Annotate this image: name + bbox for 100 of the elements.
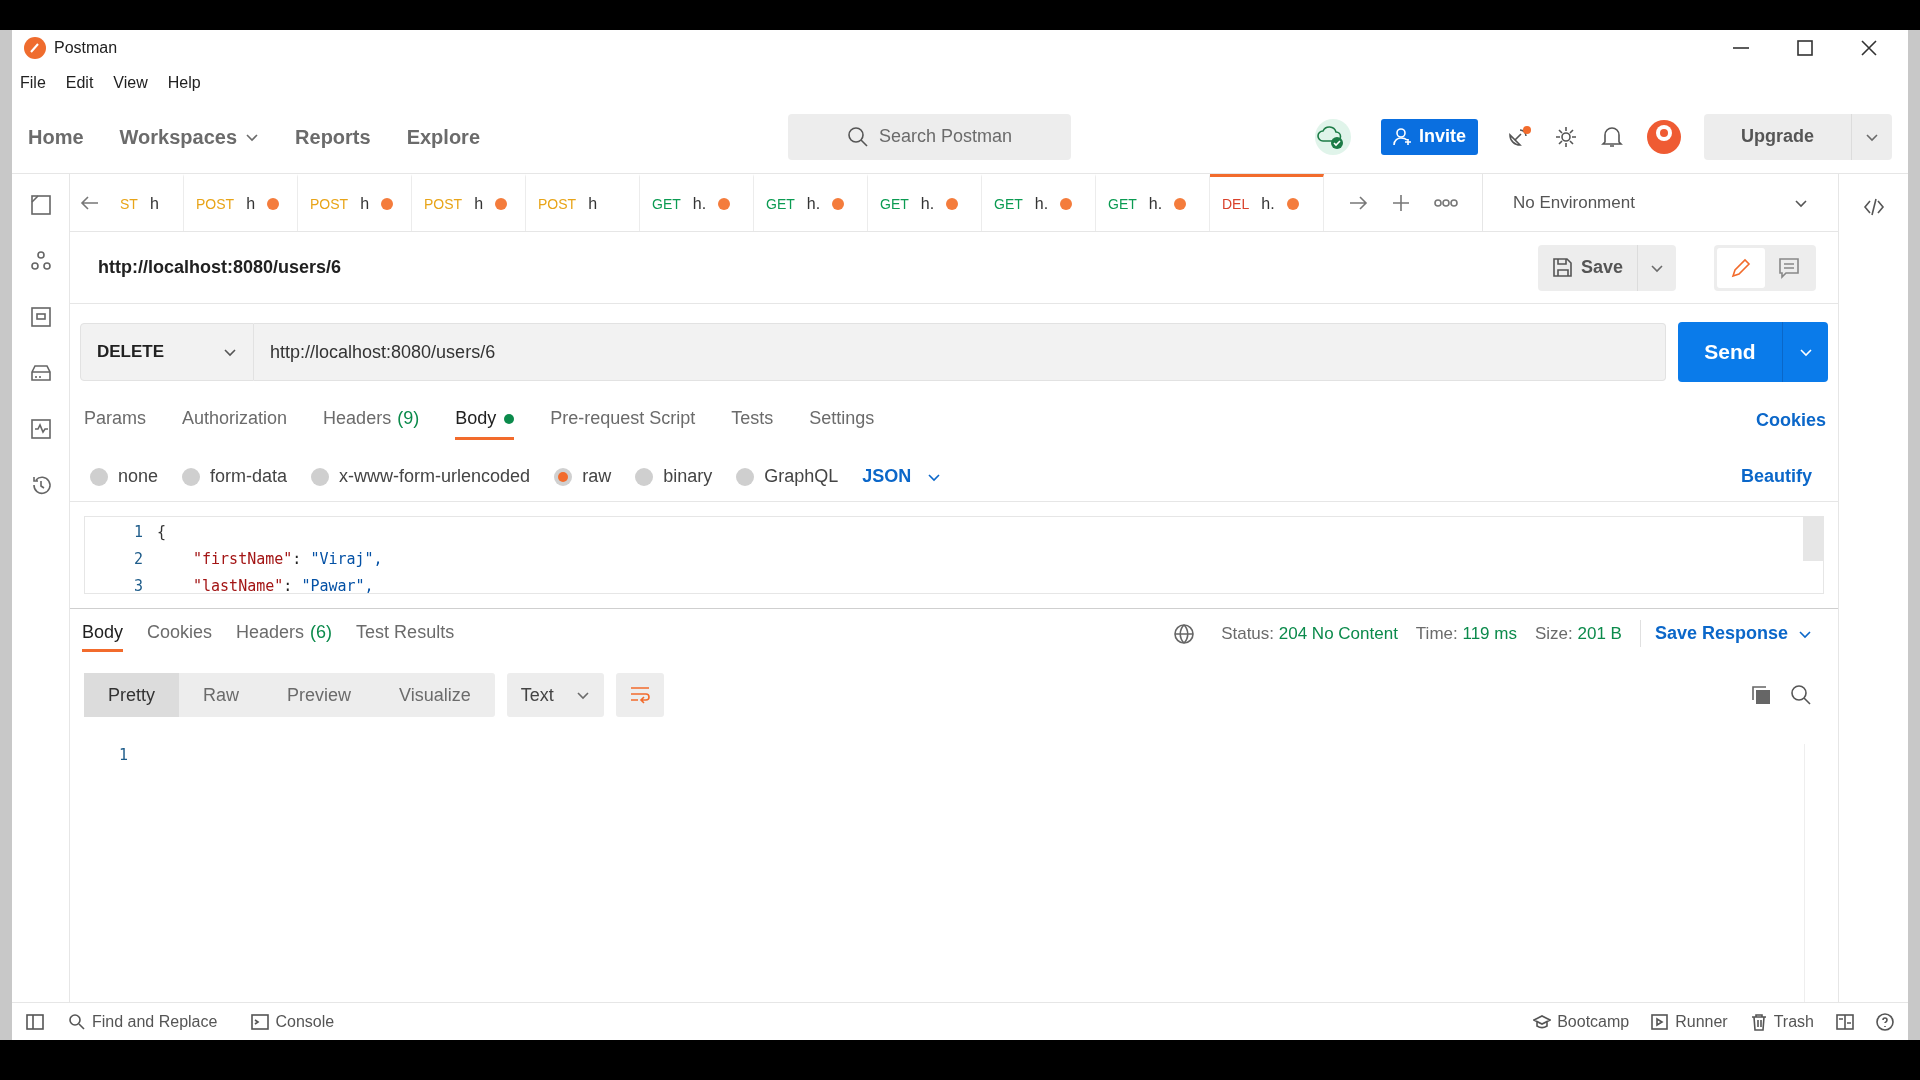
radio-option[interactable]: GraphQL xyxy=(736,463,839,490)
request-section-tab[interactable]: Pre-request Script xyxy=(550,400,696,440)
invite-button[interactable]: Invite xyxy=(1381,118,1478,155)
caret-icon xyxy=(575,689,590,701)
globe-icon[interactable] xyxy=(1173,622,1196,645)
request-tab[interactable]: GET h. xyxy=(1096,174,1210,231)
drive-icon[interactable] xyxy=(29,362,52,384)
nav-link[interactable]: Home xyxy=(28,121,84,152)
radio-option[interactable]: none xyxy=(90,463,159,490)
request-tab[interactable]: ST h xyxy=(108,174,184,231)
beautify-button[interactable]: Beautify xyxy=(1741,463,1812,490)
request-tab[interactable]: POST h xyxy=(526,174,640,231)
user-plus-icon xyxy=(1393,126,1413,147)
view-mode-tab[interactable]: Visualize xyxy=(375,673,495,717)
request-section-tab[interactable]: Authorization xyxy=(182,400,288,440)
menu-item[interactable]: Edit xyxy=(65,71,94,95)
app-logo-icon xyxy=(24,37,46,59)
request-tab[interactable]: DEL h. xyxy=(1210,174,1324,231)
avatar-icon[interactable] xyxy=(1646,118,1682,155)
more-icon[interactable] xyxy=(1434,197,1458,208)
radio-option[interactable]: raw xyxy=(554,463,612,490)
response-tab[interactable]: Headers (6) xyxy=(236,615,333,652)
line-number: 3 xyxy=(133,576,143,593)
satellite-icon[interactable] xyxy=(1506,124,1532,149)
comment-icon xyxy=(1778,256,1800,279)
console-icon xyxy=(251,1012,270,1031)
request-section-tab[interactable]: Body xyxy=(455,400,515,440)
two-pane-icon[interactable] xyxy=(1836,1012,1854,1031)
radio-option[interactable]: binary xyxy=(635,463,713,490)
request-tab[interactable]: GET h. xyxy=(640,174,754,231)
response-meta-text: Status: 204 No Content xyxy=(1221,622,1398,645)
line-number: 2 xyxy=(133,549,143,570)
url-field[interactable]: http://localhost:8080/users/6 xyxy=(254,323,1666,381)
wrap-lines-icon xyxy=(628,684,651,706)
search-icon xyxy=(68,1012,86,1031)
view-mode-tab[interactable]: Preview xyxy=(263,673,376,717)
view-mode-tab[interactable]: Pretty xyxy=(84,673,179,717)
caret-icon xyxy=(223,346,237,358)
code-icon[interactable] xyxy=(1862,196,1885,218)
panel-icon[interactable] xyxy=(29,306,52,328)
request-tab[interactable]: GET h. xyxy=(868,174,982,231)
request-section-tab[interactable]: Params xyxy=(84,400,146,440)
language-select[interactable]: JSON xyxy=(862,463,942,490)
plus-icon[interactable] xyxy=(1392,193,1410,212)
save-icon xyxy=(1551,257,1573,278)
footer-button[interactable]: Trash xyxy=(1749,1009,1814,1034)
view-mode-tab[interactable]: Raw xyxy=(179,673,264,717)
request-tab[interactable]: POST h xyxy=(184,174,298,231)
radio-option[interactable]: x-www-form-urlencoded xyxy=(311,463,531,490)
environment-select[interactable]: No Environment xyxy=(1483,174,1838,231)
request-section-tab[interactable]: Headers (9) xyxy=(323,400,420,440)
pencil-icon xyxy=(1730,256,1752,279)
sidebar-toggle-icon[interactable] xyxy=(26,1012,44,1031)
request-tab[interactable]: POST h xyxy=(412,174,526,231)
help-icon[interactable] xyxy=(1876,1012,1894,1031)
search-icon[interactable] xyxy=(1790,684,1812,706)
nodes-icon[interactable] xyxy=(29,250,52,272)
footer-button[interactable]: Bootcamp xyxy=(1533,1009,1630,1034)
document-icon[interactable] xyxy=(29,194,52,216)
menu-item[interactable]: Help xyxy=(167,71,201,95)
request-section-tab[interactable]: Settings xyxy=(809,400,875,440)
activity-icon[interactable] xyxy=(29,418,52,440)
method-select[interactable]: DELETE xyxy=(80,323,254,381)
response-meta-text: Time: 119 ms xyxy=(1415,622,1517,645)
format-select[interactable]: Text xyxy=(506,673,604,717)
menu-item[interactable]: File xyxy=(20,71,46,95)
graduation-cap-icon xyxy=(1533,1012,1552,1031)
nav-link[interactable]: Workspaces xyxy=(119,121,260,152)
caret-icon xyxy=(1798,346,1813,358)
request-tab[interactable]: GET h. xyxy=(754,174,868,231)
copy-icon[interactable] xyxy=(1750,684,1772,706)
cookies-link[interactable]: Cookies xyxy=(1755,406,1826,434)
search-field[interactable]: Search Postman xyxy=(788,113,1071,160)
request-tab[interactable]: GET h. xyxy=(982,174,1096,231)
back-arrow-icon[interactable] xyxy=(80,193,100,212)
request-tab[interactable]: POST h xyxy=(298,174,412,231)
response-tab[interactable]: Body xyxy=(82,615,124,652)
bell-icon[interactable] xyxy=(1600,124,1624,149)
trash-icon xyxy=(1749,1012,1768,1031)
request-section-tab[interactable]: Tests xyxy=(731,400,774,440)
footer-button[interactable]: Runner xyxy=(1651,1009,1728,1034)
close-icon[interactable] xyxy=(1860,40,1878,56)
footer-button[interactable]: Find and Replace xyxy=(68,1009,218,1034)
code-line: "lastName": "Pawar", xyxy=(192,577,374,593)
response-tab[interactable]: Cookies xyxy=(147,615,213,652)
response-tab[interactable]: Test Results xyxy=(356,615,455,652)
code-editor[interactable]: 1 2 3 { "firstName": "Viraj", "lastName": "Pawar", xyxy=(84,516,1824,594)
window-title: Postman xyxy=(54,38,118,58)
line-number: 1 xyxy=(118,745,128,766)
save-response-button[interactable]: Save Response xyxy=(1639,620,1812,647)
line-number: 1 xyxy=(133,522,143,543)
scrollbar-thumb[interactable] xyxy=(1803,517,1823,561)
nav-link[interactable]: Reports xyxy=(295,121,371,152)
maximize-icon[interactable] xyxy=(1796,40,1814,56)
code-line: { xyxy=(157,523,167,541)
menu-item[interactable]: View xyxy=(113,71,148,95)
radio-option[interactable]: form-data xyxy=(182,463,288,490)
forward-arrow-icon[interactable] xyxy=(1348,193,1368,212)
footer-button[interactable]: Console xyxy=(251,1009,335,1034)
nav-link[interactable]: Explore xyxy=(406,121,480,152)
